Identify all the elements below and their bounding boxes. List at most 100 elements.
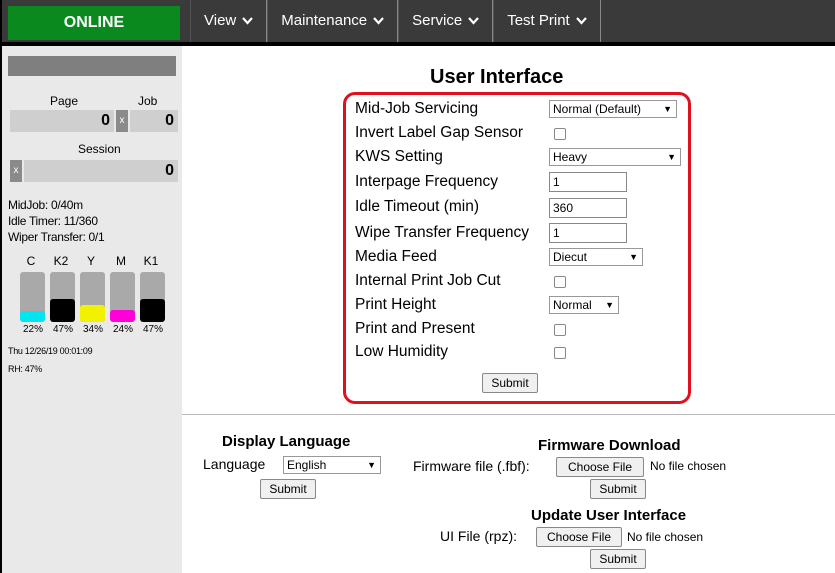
dropdown-arrow-icon: ▼ xyxy=(663,104,672,114)
ink-pct: 34% xyxy=(82,324,103,335)
nav-maintenance[interactable]: Maintenance xyxy=(267,0,399,42)
mid-job-servicing-select[interactable]: Normal (Default) ▼ xyxy=(549,100,677,118)
interpage-frequency-input[interactable]: 1 xyxy=(549,172,627,192)
datetime: Thu 12/26/19 00:01:09 xyxy=(8,346,93,356)
mid-job-servicing-label: Mid-Job Servicing xyxy=(355,100,479,117)
ink-pct: 47% xyxy=(52,324,73,335)
status-sidebar: Page Job 0 x 0 Session x 0 MidJob: 0/40m… xyxy=(2,46,182,573)
ink-level-gauge-c xyxy=(20,272,45,322)
ink-level-gauge-y xyxy=(80,272,105,322)
language-submit-button[interactable]: Submit xyxy=(260,479,316,499)
low-humidity-label: Low Humidity xyxy=(355,343,449,360)
clear-session-button[interactable]: x xyxy=(10,160,22,182)
idle-timeout-label: Idle Timeout (min) xyxy=(355,198,480,215)
nav-service-label: Service xyxy=(412,12,463,29)
ink-label: C xyxy=(26,254,36,268)
ink-percentages: 22% 47% 34% 24% 47% xyxy=(18,324,168,335)
ink-label: Y xyxy=(86,254,95,268)
kws-setting-value: Heavy xyxy=(553,150,588,164)
invert-label-gap-label: Invert Label Gap Sensor xyxy=(355,124,524,141)
update-ui-title: Update User Interface xyxy=(531,507,687,524)
print-and-present-label: Print and Present xyxy=(355,320,475,337)
chevron-down-icon xyxy=(468,0,480,42)
ink-fill xyxy=(140,298,165,322)
midjob-info: MidJob: 0/40m xyxy=(8,198,83,212)
top-bar: ONLINE View Maintenance Service Test Pri… xyxy=(2,0,835,46)
nav-view[interactable]: View xyxy=(190,0,268,42)
firmware-no-file-text: No file chosen xyxy=(650,459,727,473)
ink-pct: 22% xyxy=(22,324,43,335)
internal-print-job-cut-label: Internal Print Job Cut xyxy=(355,272,501,289)
ink-pct: 47% xyxy=(142,324,163,335)
session-counter-value: 0 xyxy=(24,160,178,182)
print-height-label: Print Height xyxy=(355,296,436,313)
sidebar-header-bar xyxy=(8,56,176,76)
dropdown-arrow-icon: ▼ xyxy=(629,252,638,262)
nav-view-label: View xyxy=(204,12,237,29)
ui-choose-file-button[interactable]: Choose File xyxy=(536,527,622,547)
firmware-file-label: Firmware file (.fbf): xyxy=(413,458,530,474)
low-humidity-checkbox[interactable] xyxy=(554,347,566,359)
section-divider xyxy=(182,414,835,415)
print-and-present-checkbox[interactable] xyxy=(554,324,566,336)
chevron-down-icon xyxy=(373,0,384,42)
print-height-select[interactable]: Normal ▼ xyxy=(549,296,619,314)
nav-maintenance-label: Maintenance xyxy=(281,12,368,29)
chevron-down-icon xyxy=(242,0,254,42)
chevron-down-icon xyxy=(575,0,587,42)
language-value: English xyxy=(287,458,327,472)
ui-no-file-text: No file chosen xyxy=(627,530,704,544)
job-counter-label: Job xyxy=(138,94,158,108)
ink-fill xyxy=(110,310,135,322)
nav-service[interactable]: Service xyxy=(398,0,494,42)
dropdown-arrow-icon: ▼ xyxy=(667,152,676,162)
nav-test-print[interactable]: Test Print xyxy=(493,0,601,42)
ink-level-gauge-k1 xyxy=(140,272,165,322)
mid-job-servicing-value: Normal (Default) xyxy=(553,102,642,116)
media-feed-label: Media Feed xyxy=(355,248,437,265)
ui-file-label: UI File (rpz): xyxy=(440,528,517,544)
ink-level-gauge-k2 xyxy=(50,272,75,322)
page-title: User Interface xyxy=(430,66,564,88)
nav-menu: View Maintenance Service Test Print xyxy=(190,0,601,42)
dropdown-arrow-icon: ▼ xyxy=(605,300,614,310)
media-feed-value: Diecut xyxy=(553,250,588,264)
dropdown-arrow-icon: ▼ xyxy=(367,460,376,470)
interpage-frequency-label: Interpage Frequency xyxy=(355,173,499,190)
idle-timeout-input[interactable]: 360 xyxy=(549,198,627,218)
relative-humidity: RH: 47% xyxy=(8,364,42,374)
clear-counters-button[interactable]: x xyxy=(116,110,128,132)
settings-submit-button[interactable]: Submit xyxy=(482,373,538,393)
wiper-transfer-info: Wiper Transfer: 0/1 xyxy=(8,230,105,244)
ink-fill xyxy=(20,311,45,322)
ink-level-gauge-m xyxy=(110,272,135,322)
idle-timer-info: Idle Timer: 11/360 xyxy=(8,214,98,228)
invert-label-gap-checkbox[interactable] xyxy=(554,128,566,140)
internal-print-job-cut-checkbox[interactable] xyxy=(554,276,566,288)
language-label: Language xyxy=(203,456,266,472)
media-feed-select[interactable]: Diecut ▼ xyxy=(549,248,643,266)
ink-label: K2 xyxy=(53,254,69,268)
ink-label: K1 xyxy=(143,254,159,268)
ink-label: M xyxy=(116,254,126,268)
wipe-transfer-frequency-label: Wipe Transfer Frequency xyxy=(355,224,530,241)
nav-test-print-label: Test Print xyxy=(507,12,570,29)
status-badge: ONLINE xyxy=(8,6,180,40)
firmware-choose-file-button[interactable]: Choose File xyxy=(556,457,644,477)
ui-submit-button[interactable]: Submit xyxy=(590,549,646,569)
firmware-download-title: Firmware Download xyxy=(538,437,681,454)
ink-labels: C K2 Y M K1 xyxy=(16,254,166,268)
ink-fill xyxy=(80,305,105,322)
display-language-title: Display Language xyxy=(222,433,351,450)
ink-fill xyxy=(50,298,75,322)
job-counter-value: 0 xyxy=(130,110,178,132)
page-counter-value: 0 xyxy=(10,110,114,132)
language-select[interactable]: English ▼ xyxy=(283,456,381,474)
kws-setting-select[interactable]: Heavy ▼ xyxy=(549,148,681,166)
kws-setting-label: KWS Setting xyxy=(355,148,443,165)
session-counter-label: Session xyxy=(78,142,121,156)
ink-pct: 24% xyxy=(112,324,133,335)
firmware-submit-button[interactable]: Submit xyxy=(590,479,646,499)
wipe-transfer-frequency-input[interactable]: 1 xyxy=(549,223,627,243)
page-counter-label: Page xyxy=(50,94,79,108)
